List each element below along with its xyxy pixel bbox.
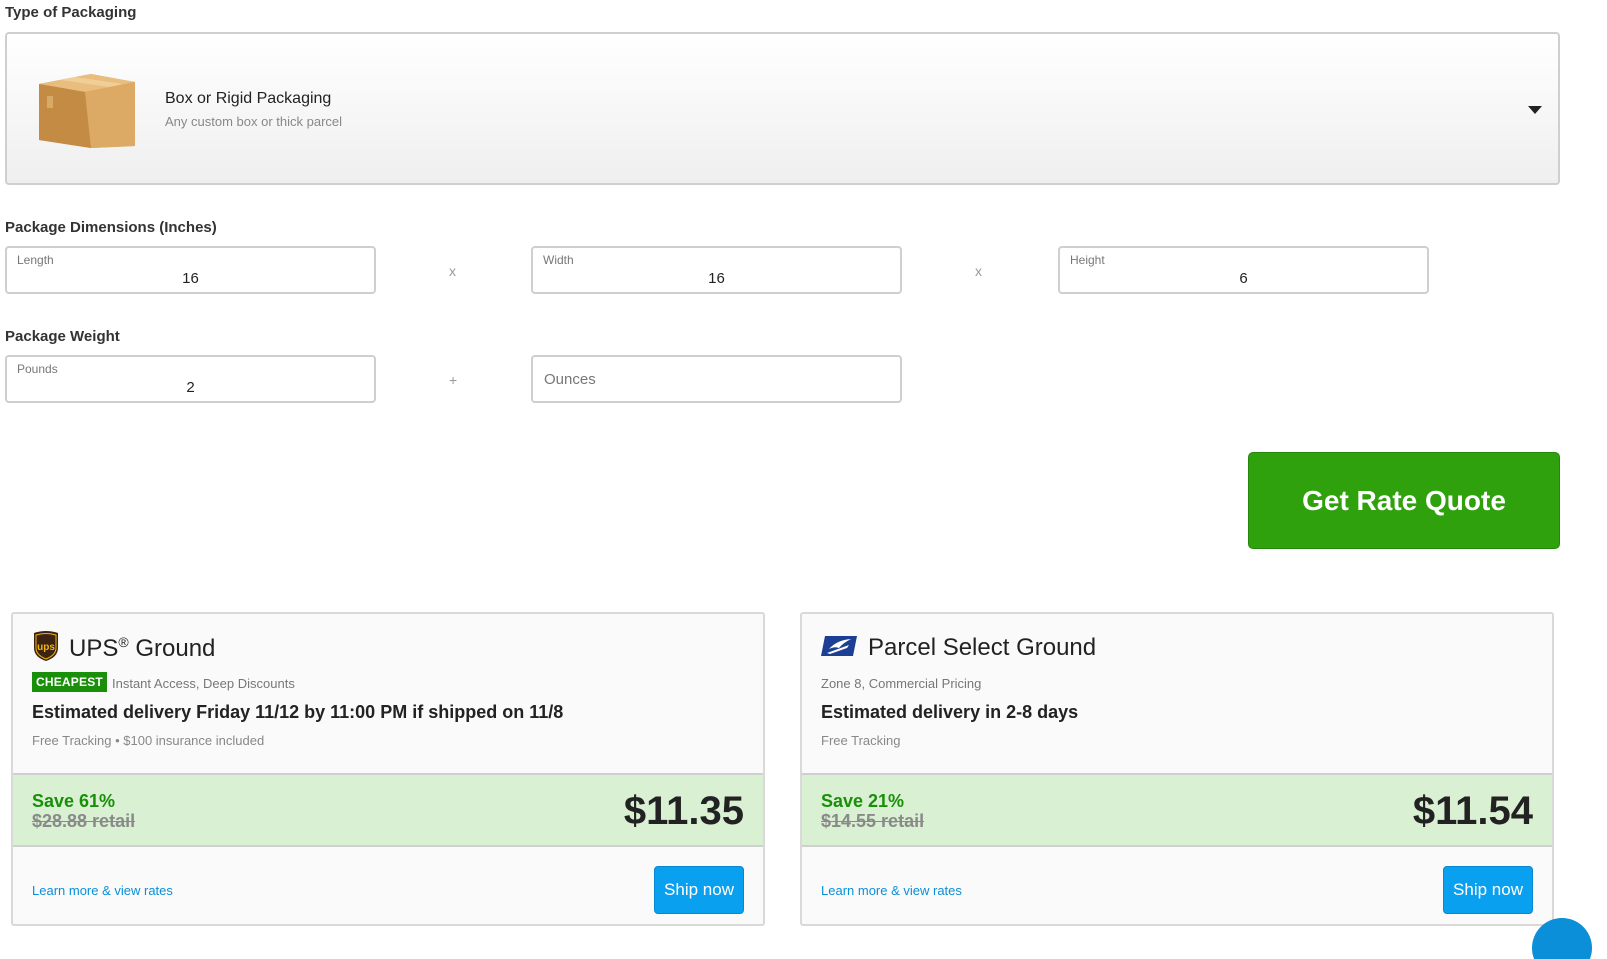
ounces-field[interactable] bbox=[531, 355, 902, 403]
packaging-label: Type of Packaging bbox=[5, 4, 137, 21]
learn-more-link[interactable]: Learn more & view rates bbox=[821, 883, 962, 898]
width-label: Width bbox=[543, 253, 574, 267]
service-features: Free Tracking bbox=[821, 733, 901, 748]
weight-separator: + bbox=[449, 372, 458, 388]
ship-now-button[interactable]: Ship now bbox=[654, 866, 744, 914]
service-tagline: Zone 8, Commercial Pricing bbox=[821, 676, 982, 691]
ounces-input[interactable] bbox=[533, 357, 900, 401]
service-title: Parcel Select Ground bbox=[868, 634, 1097, 661]
rate-card-ups: ups UPS® Ground CHEAPEST Instant Access,… bbox=[11, 612, 765, 926]
pounds-field[interactable]: Pounds 2 bbox=[5, 355, 376, 403]
retail-price: $14.55 retail bbox=[821, 811, 925, 831]
savings-percent: Save 21% bbox=[821, 791, 905, 811]
height-label: Height bbox=[1070, 253, 1105, 267]
retail-price: $28.88 retail bbox=[32, 811, 136, 831]
box-icon bbox=[39, 74, 135, 148]
delivery-estimate: Estimated delivery in 2-8 days bbox=[821, 702, 1079, 722]
weight-label: Package Weight bbox=[5, 328, 120, 345]
height-field[interactable]: Height 6 bbox=[1058, 246, 1429, 294]
price-band: Save 21% $14.55 retail $11.54 bbox=[802, 773, 1552, 847]
cheapest-badge: CHEAPEST bbox=[32, 672, 107, 692]
pounds-value: 2 bbox=[186, 379, 195, 396]
chevron-down-icon[interactable] bbox=[1528, 106, 1542, 114]
service-title: UPS® Ground bbox=[69, 634, 216, 662]
dimension-separator: x bbox=[449, 263, 456, 279]
rate-card-usps: Parcel Select Ground Zone 8, Commercial … bbox=[800, 612, 1554, 926]
svg-text:ups: ups bbox=[37, 642, 55, 653]
ship-now-button[interactable]: Ship now bbox=[1443, 866, 1533, 914]
price-band: Save 61% $28.88 retail $11.35 bbox=[13, 773, 763, 847]
packaging-selected-title: Box or Rigid Packaging bbox=[165, 90, 332, 107]
delivery-estimate: Estimated delivery Friday 11/12 by 11:00… bbox=[32, 702, 564, 722]
height-value: 6 bbox=[1239, 270, 1248, 287]
savings-percent: Save 61% bbox=[32, 791, 116, 811]
dimensions-label: Package Dimensions (Inches) bbox=[5, 219, 217, 236]
length-value: 16 bbox=[182, 270, 199, 287]
usps-eagle-icon bbox=[821, 636, 857, 656]
rate-price: $11.54 bbox=[1412, 789, 1533, 833]
get-rate-quote-button[interactable]: Get Rate Quote bbox=[1248, 452, 1560, 549]
length-label: Length bbox=[17, 253, 54, 267]
service-tagline: Instant Access, Deep Discounts bbox=[112, 676, 295, 691]
pounds-label: Pounds bbox=[17, 362, 58, 376]
length-field[interactable]: Length 16 bbox=[5, 246, 376, 294]
rate-price: $11.35 bbox=[623, 789, 744, 833]
packaging-selected-subtitle: Any custom box or thick parcel bbox=[165, 114, 343, 129]
width-value: 16 bbox=[708, 270, 725, 287]
dimension-separator: x bbox=[975, 263, 982, 279]
packaging-dropdown[interactable]: Box or Rigid Packaging Any custom box or… bbox=[5, 32, 1560, 185]
learn-more-link[interactable]: Learn more & view rates bbox=[32, 883, 173, 898]
ups-logo-icon: ups bbox=[34, 631, 58, 661]
width-field[interactable]: Width 16 bbox=[531, 246, 902, 294]
service-features: Free Tracking • $100 insurance included bbox=[32, 733, 265, 748]
